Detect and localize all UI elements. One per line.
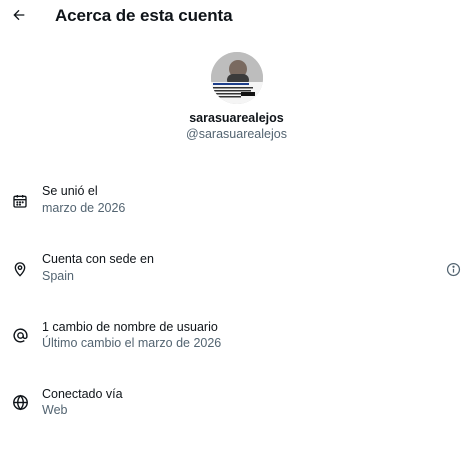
header: Acerca de esta cuenta	[0, 0, 473, 32]
username-handle: @sarasuarealejos	[186, 127, 287, 141]
display-name: sarasuarealejos	[189, 111, 284, 125]
at-sign-icon	[10, 325, 30, 345]
connected-via-row: Conectado vía Web	[0, 386, 473, 426]
page-title: Acerca de esta cuenta	[55, 6, 233, 25]
location-row: Cuenta con sede en Spain	[0, 251, 473, 291]
username-changes-row: 1 cambio de nombre de usuario Último cam…	[0, 319, 473, 359]
joined-date-row: Se unió el marzo de 2026	[0, 183, 473, 223]
globe-icon	[10, 392, 30, 412]
location-pin-icon	[10, 259, 30, 279]
username-changes-value: Último cambio el marzo de 2026	[42, 336, 222, 350]
joined-value: marzo de 2026	[42, 201, 126, 215]
info-icon	[446, 262, 460, 276]
back-button[interactable]	[8, 4, 30, 26]
connected-via-label: Conectado vía	[42, 387, 123, 401]
joined-label: Se unió el	[42, 184, 98, 198]
connected-via-value: Web	[42, 403, 68, 417]
username-changes-label: 1 cambio de nombre de usuario	[42, 320, 218, 334]
calendar-icon	[10, 191, 30, 211]
location-value: Spain	[42, 269, 74, 283]
info-button[interactable]	[444, 260, 462, 278]
location-label: Cuenta con sede en	[42, 252, 154, 266]
arrow-left-icon	[13, 9, 25, 21]
avatar[interactable]	[211, 52, 263, 104]
